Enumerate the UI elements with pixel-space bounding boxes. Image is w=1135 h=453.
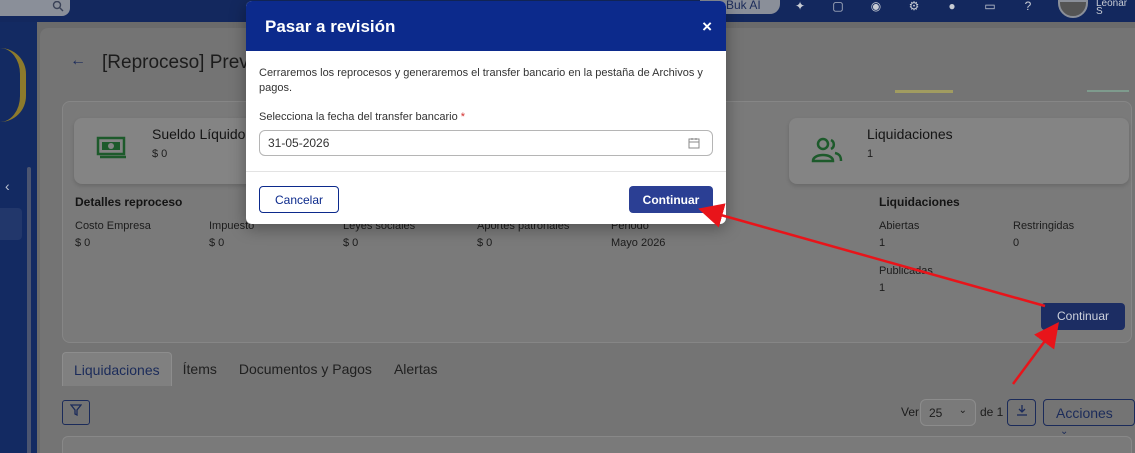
card-title: Liquidaciones xyxy=(867,126,953,142)
card-value: $ 0 xyxy=(152,148,168,160)
tab-liquidaciones[interactable]: Liquidaciones xyxy=(62,352,172,386)
users-icon xyxy=(811,137,843,169)
page-title: [Reproceso] Previ xyxy=(102,52,252,73)
decorative-line xyxy=(895,90,953,93)
acciones-dropdown[interactable]: Acciones ⌄ xyxy=(1043,399,1135,437)
search-icon xyxy=(52,0,64,18)
filter-icon xyxy=(69,404,83,417)
sidebar-scrollbar[interactable] xyxy=(27,167,31,453)
details-section-title: Detalles reproceso xyxy=(75,195,183,209)
rocket-icon[interactable]: ✦ xyxy=(790,0,810,14)
detail-value: $ 0 xyxy=(343,237,359,249)
dialog-header: Pasar a revisión × xyxy=(246,1,726,51)
detail-value: $ 0 xyxy=(477,237,493,249)
gear-icon[interactable]: ⚙ xyxy=(904,0,924,14)
avatar[interactable] xyxy=(1058,0,1088,18)
required-mark: * xyxy=(460,111,466,123)
download-icon xyxy=(1016,405,1027,416)
transfer-date-input[interactable] xyxy=(259,130,713,156)
acciones-label: Acciones xyxy=(1056,405,1113,421)
help-icon[interactable]: ? xyxy=(1018,0,1038,14)
user-name: Leonar S xyxy=(1096,0,1128,17)
buk-logo xyxy=(0,48,26,122)
page-count-label: de 1 xyxy=(980,405,1004,419)
tab-alertas[interactable]: Alertas xyxy=(383,352,449,386)
continue-button[interactable]: Continuar xyxy=(1041,303,1125,330)
dialog-title: Pasar a revisión xyxy=(265,17,396,36)
truck-icon[interactable]: ▭ xyxy=(980,0,1000,14)
sidebar-active-item[interactable] xyxy=(0,208,22,240)
document-icon[interactable]: ▢ xyxy=(828,0,848,14)
pasar-a-revision-dialog: Pasar a revisión × Cerraremos los reproc… xyxy=(246,1,726,224)
card-title: Sueldo Líquido xyxy=(152,126,246,142)
tab-documentos-y-pagos[interactable]: Documentos y Pagos xyxy=(228,352,383,386)
detail-value: Mayo 2026 xyxy=(611,237,666,249)
dialog-body: Cerraremos los reprocesos y generaremos … xyxy=(246,51,726,172)
decorative-line xyxy=(1087,90,1129,92)
detail-value: 1 xyxy=(879,237,886,249)
detail-label: Abiertas xyxy=(879,220,920,232)
tab-bar: Liquidaciones Ítems Documentos y Pagos A… xyxy=(62,352,449,386)
money-icon xyxy=(96,134,128,166)
download-button[interactable] xyxy=(1007,399,1036,426)
sidebar: ‹ xyxy=(0,22,37,453)
card-value: 1 xyxy=(867,148,874,160)
detail-value: 1 xyxy=(879,282,886,294)
back-arrow-icon[interactable]: ← xyxy=(70,52,86,70)
detail-value: $ 0 xyxy=(209,237,225,249)
close-icon[interactable]: × xyxy=(702,17,712,37)
tab-items[interactable]: Ítems xyxy=(172,352,228,386)
date-field-label-text: Selecciona la fecha del transfer bancari… xyxy=(259,111,458,123)
calendar-icon[interactable] xyxy=(688,137,700,149)
detail-label: Costo Empresa xyxy=(75,220,151,232)
date-field-label: Selecciona la fecha del transfer bancari… xyxy=(259,111,465,123)
per-page-label: Ver xyxy=(901,405,920,419)
top-icon-group: ✦ ▢ ◉ ⚙ ● ▭ ? xyxy=(790,0,1038,14)
dialog-continue-button[interactable]: Continuar xyxy=(629,186,713,213)
detail-value: $ 0 xyxy=(75,237,91,249)
table-header xyxy=(62,436,1132,453)
detail-label: Publicadas xyxy=(879,265,933,277)
bell-icon[interactable]: ● xyxy=(942,0,962,14)
chevron-down-icon: ⌄ xyxy=(958,405,967,416)
collapse-chevron-icon[interactable]: ‹ xyxy=(5,178,10,194)
global-search[interactable] xyxy=(0,0,70,16)
eye-icon[interactable]: ◉ xyxy=(866,0,886,14)
cancel-button[interactable]: Cancelar xyxy=(259,186,339,213)
detail-label: Restringidas xyxy=(1013,220,1075,232)
dialog-description: Cerraremos los reprocesos y generaremos … xyxy=(259,67,703,94)
per-page-select[interactable]: 25 ⌄ xyxy=(920,399,976,426)
filter-button[interactable] xyxy=(62,400,90,425)
liquidaciones-section-title: Liquidaciones xyxy=(879,195,960,209)
detail-value: 0 xyxy=(1013,237,1020,249)
per-page-value: 25 xyxy=(929,406,943,420)
